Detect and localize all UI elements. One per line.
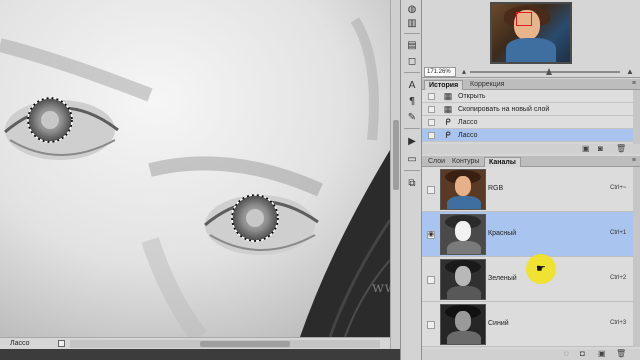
trash-icon[interactable]: 🗑 bbox=[616, 145, 626, 153]
play-action-icon[interactable]: ▶ bbox=[405, 134, 419, 148]
navigator-zoom-row: 171.26% ▴ ▲ bbox=[422, 66, 640, 78]
status-bar: Лассо bbox=[0, 337, 390, 349]
large-mountain-icon[interactable]: ▲ bbox=[626, 68, 634, 76]
history-item-label: Открыть bbox=[458, 93, 486, 100]
new-channel-icon[interactable]: ▣ bbox=[598, 350, 606, 358]
history-item-label: Лассо bbox=[458, 132, 478, 139]
history-source-checkbox[interactable] bbox=[428, 132, 435, 139]
channel-name: Зеленый bbox=[488, 275, 517, 282]
histogram-panel-icon[interactable]: ▥ bbox=[405, 16, 419, 30]
panel-tool-strip: ◍ ▥ ▤ ◻ A ¶ ✎ ▶ ▭ ⧉ bbox=[400, 0, 422, 360]
history-item[interactable]: ᑭ Лассо bbox=[422, 116, 633, 129]
history-item-selected[interactable]: ᑭ Лассо bbox=[422, 129, 633, 142]
navigator-thumbnail[interactable] bbox=[490, 2, 572, 64]
document-icon: ▦ bbox=[443, 91, 453, 101]
channel-thumbnail bbox=[440, 169, 486, 210]
channels-footer: ◌ ◘ ▣ 🗑 bbox=[422, 349, 640, 360]
channel-name: Синий bbox=[488, 320, 509, 327]
right-panels: 171.26% ▴ ▲ История Коррекция ≡ ▦ Открыт… bbox=[422, 0, 640, 360]
panel-menu-icon[interactable]: ≡ bbox=[632, 157, 636, 164]
history-tabbar: История Коррекция ≡ bbox=[422, 79, 640, 90]
timeline-panel-icon[interactable]: ▭ bbox=[405, 152, 419, 166]
tab-channels[interactable]: Каналы bbox=[484, 157, 521, 167]
current-tool-label: Лассо bbox=[10, 340, 30, 347]
watermark-text: www.photoshopsunduchok.ru bbox=[372, 280, 390, 296]
history-item[interactable]: ▦ Скопировать на новый слой bbox=[422, 103, 633, 116]
character-panel-icon[interactable]: A bbox=[405, 78, 419, 92]
tab-adjustments[interactable]: Коррекция bbox=[466, 80, 508, 90]
channel-name: Красный bbox=[488, 230, 517, 237]
clone-source-icon[interactable]: ⧉ bbox=[405, 176, 419, 190]
actions-panel-icon[interactable]: ◻ bbox=[405, 54, 419, 68]
panel-menu-icon[interactable]: ≡ bbox=[632, 80, 636, 87]
tab-paths[interactable]: Контуры bbox=[448, 157, 483, 167]
channel-shortcut: Ctrl+1 bbox=[610, 230, 627, 236]
load-channel-selection-icon[interactable]: ◌ bbox=[564, 350, 569, 358]
channel-row-rgb[interactable]: RGB Ctrl+~ bbox=[422, 167, 633, 212]
canvas-vertical-scrollbar[interactable] bbox=[390, 0, 400, 349]
navigator-panel: 171.26% ▴ ▲ bbox=[422, 0, 640, 78]
canvas-horizontal-scrollbar[interactable] bbox=[70, 340, 380, 348]
lasso-icon: ᑭ bbox=[445, 117, 451, 127]
camera-snapshot-icon[interactable]: ◙ bbox=[598, 145, 603, 153]
history-source-checkbox[interactable] bbox=[428, 106, 435, 113]
mouse-pointer-icon: ☛ bbox=[536, 263, 546, 275]
thumb-shirt bbox=[506, 38, 556, 62]
channels-scrollbar[interactable] bbox=[633, 167, 640, 347]
history-item[interactable]: ▦ Открыть bbox=[422, 90, 633, 103]
trash-icon[interactable]: 🗑 bbox=[616, 350, 626, 358]
brush-panel-icon[interactable]: ✎ bbox=[405, 110, 419, 124]
document-icon: ▦ bbox=[443, 104, 453, 114]
save-selection-icon[interactable]: ◘ bbox=[580, 350, 585, 358]
history-scrollbar[interactable] bbox=[633, 90, 640, 145]
history-source-checkbox[interactable] bbox=[428, 93, 435, 100]
tool-separator bbox=[404, 128, 420, 129]
lasso-icon: ᑭ bbox=[445, 130, 451, 140]
paragraph-panel-icon[interactable]: ¶ bbox=[405, 94, 419, 108]
layer-comps-icon[interactable]: ▤ bbox=[405, 38, 419, 52]
channel-row-blue[interactable]: Синий Ctrl+3 bbox=[422, 302, 633, 347]
channel-thumbnail bbox=[440, 214, 486, 255]
zoom-slider[interactable] bbox=[470, 68, 620, 75]
photo-eye-closeup bbox=[0, 0, 390, 337]
history-item-label: Скопировать на новый слой bbox=[458, 106, 550, 113]
zoom-slider-knob[interactable] bbox=[546, 68, 552, 75]
channel-shortcut: Ctrl+2 bbox=[610, 275, 627, 281]
visibility-toggle[interactable] bbox=[427, 276, 435, 284]
channel-thumbnail bbox=[440, 259, 486, 300]
new-document-from-state-icon[interactable]: ▣ bbox=[582, 145, 590, 153]
tool-separator bbox=[404, 170, 420, 171]
visibility-toggle[interactable] bbox=[427, 321, 435, 329]
channels-tabbar: Слои Контуры Каналы ≡ bbox=[422, 156, 640, 167]
channel-shortcut: Ctrl+3 bbox=[610, 320, 627, 326]
visibility-toggle[interactable] bbox=[427, 186, 435, 194]
channel-name: RGB bbox=[488, 185, 504, 192]
bottom-strip bbox=[0, 349, 400, 360]
document-canvas[interactable]: www.photoshopsunduchok.ru bbox=[0, 0, 390, 337]
channel-shortcut: Ctrl+~ bbox=[610, 185, 627, 191]
history-source-checkbox[interactable] bbox=[428, 119, 435, 126]
navigator-panel-icon[interactable]: ◍ bbox=[405, 2, 419, 16]
channel-thumbnail bbox=[440, 304, 486, 345]
small-mountain-icon[interactable]: ▴ bbox=[462, 68, 466, 76]
zoom-percentage-field[interactable]: 171.26% bbox=[424, 67, 456, 77]
tool-separator bbox=[404, 72, 420, 73]
eye-icon[interactable]: ◉ bbox=[427, 231, 435, 239]
tab-history[interactable]: История bbox=[424, 80, 464, 90]
channel-row-red[interactable]: ◉ Красный Ctrl+1 bbox=[422, 212, 633, 257]
tab-layers[interactable]: Слои bbox=[424, 157, 449, 167]
horizontal-scroll-thumb[interactable] bbox=[200, 341, 290, 347]
history-footer: ▣ ◙ 🗑 bbox=[422, 144, 640, 154]
tool-separator bbox=[404, 33, 420, 34]
navigator-view-box[interactable] bbox=[516, 12, 532, 26]
status-info-icon[interactable] bbox=[58, 340, 65, 347]
history-panel: История Коррекция ≡ ▦ Открыть ▦ Скопиров… bbox=[422, 79, 640, 154]
history-item-label: Лассо bbox=[458, 119, 478, 126]
vertical-scroll-thumb[interactable] bbox=[393, 120, 399, 190]
